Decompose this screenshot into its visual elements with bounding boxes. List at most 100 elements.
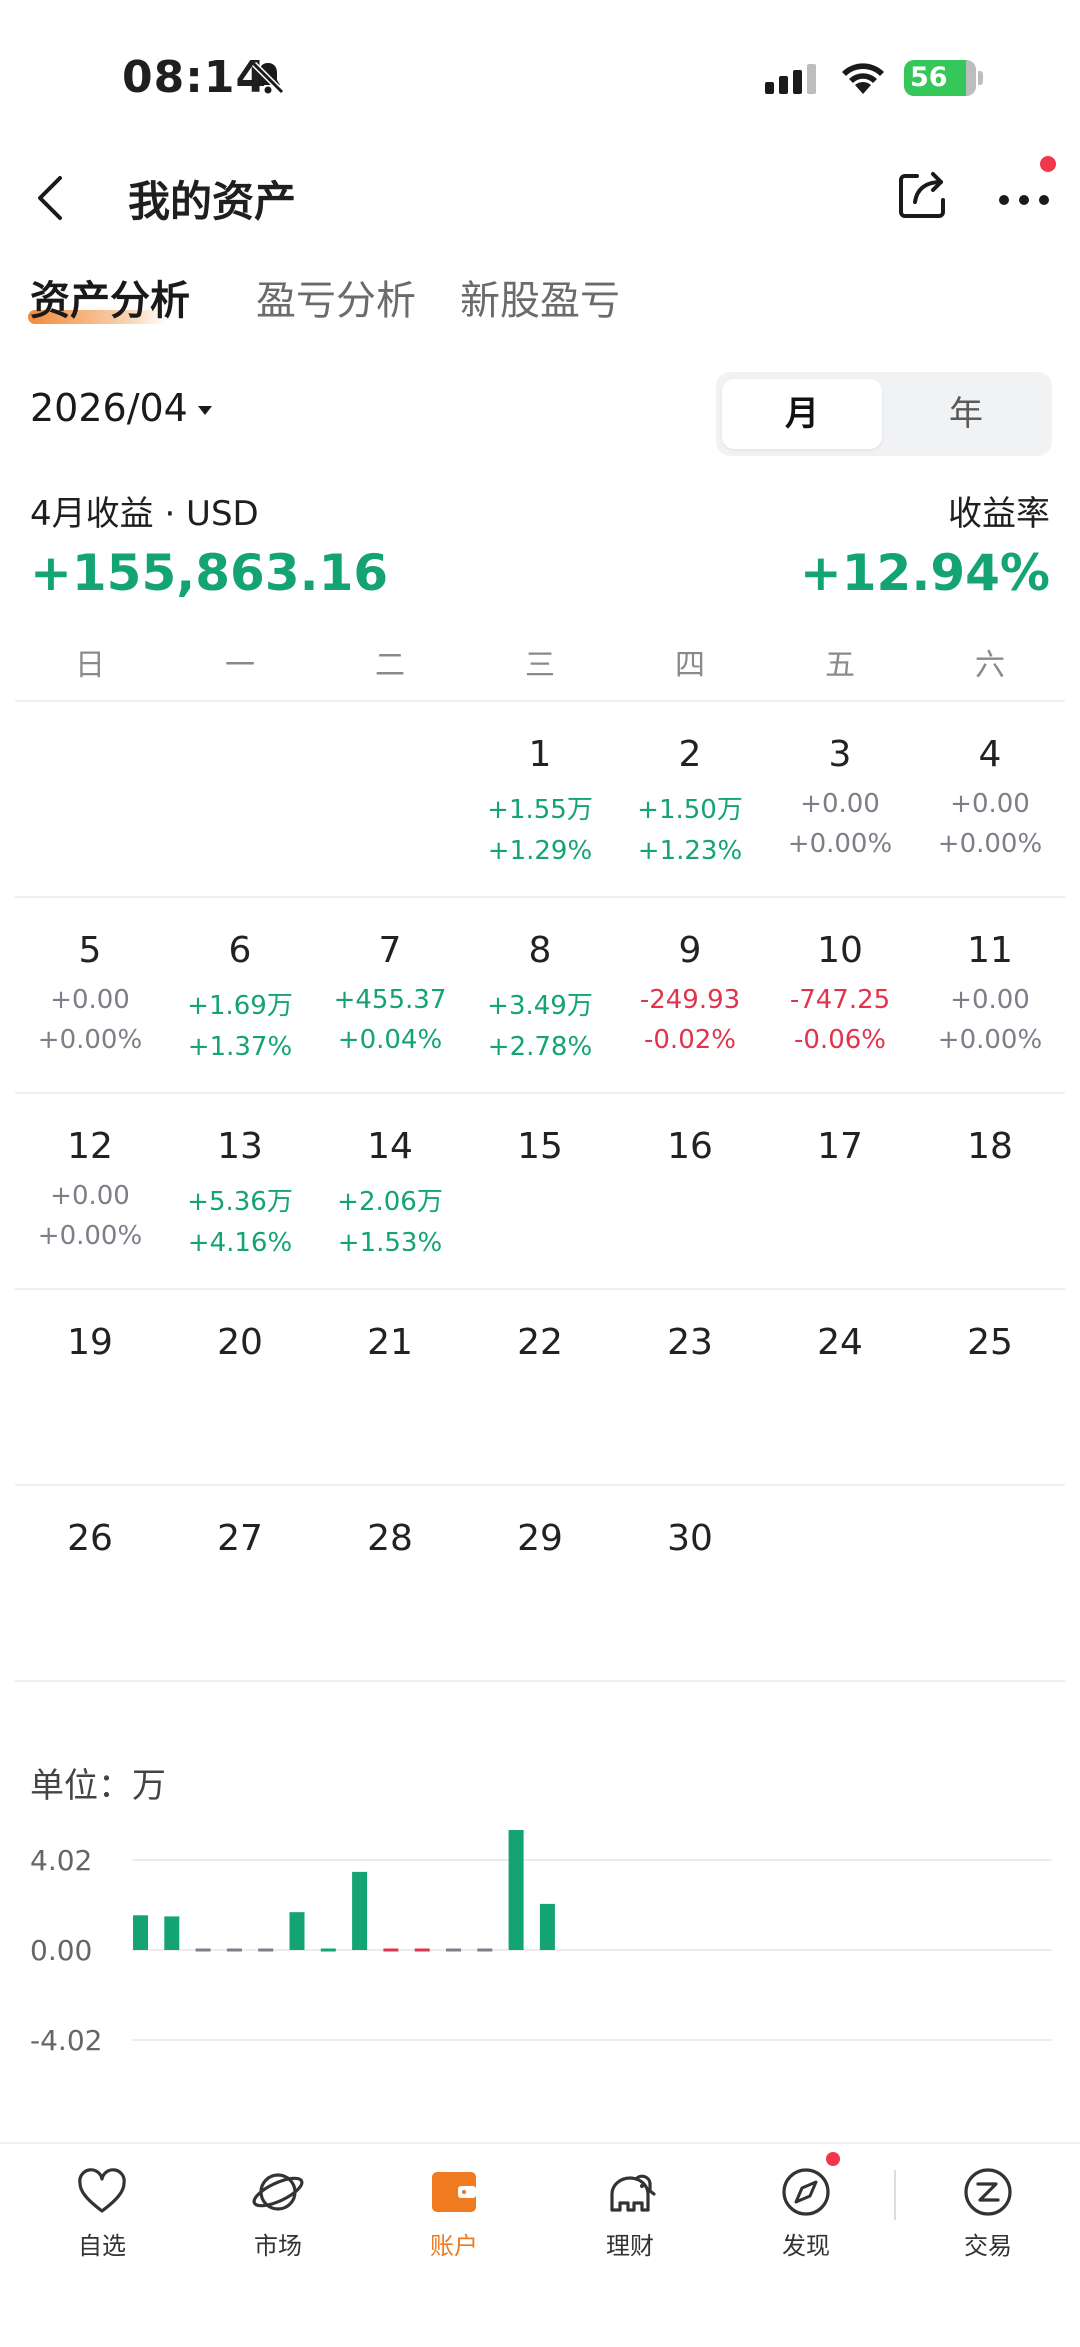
calendar-day-cell[interactable]: 24 <box>765 1288 915 1484</box>
nav-account[interactable]: 账户 <box>374 2164 534 2274</box>
toggle-year[interactable]: 年 <box>886 379 1046 449</box>
day-pnl-percent: +4.16% <box>187 1228 293 1258</box>
day-pnl-amount: +0.00 <box>950 789 1030 819</box>
calendar-day-cell[interactable]: 10 -747.25 -0.06% <box>765 896 915 1092</box>
calendar-day-cell[interactable]: 19 <box>15 1288 165 1484</box>
calendar-day-cell[interactable]: 4 +0.00 +0.00% <box>915 700 1065 896</box>
page-title: 我的资产 <box>128 177 297 226</box>
day-number: 9 <box>678 930 702 971</box>
day-pnl-amount: +1.50万 <box>637 795 743 825</box>
day-number: 18 <box>967 1126 1013 1167</box>
calendar-day-cell[interactable]: 23 <box>615 1288 765 1484</box>
day-pnl-amount: +0.00 <box>50 1181 130 1211</box>
tab-ipo-pnl[interactable]: 新股盈亏 <box>460 268 620 326</box>
calendar-day-cell[interactable]: 20 <box>165 1288 315 1484</box>
day-pnl-amount: +1.55万 <box>487 795 593 825</box>
calendar-day-cell[interactable]: 17 <box>765 1092 915 1288</box>
calendar-day-cell[interactable]: 18 <box>915 1092 1065 1288</box>
calendar-day-cell[interactable]: 12 +0.00 +0.00% <box>15 1092 165 1288</box>
day-pnl-percent: +2.78% <box>487 1032 593 1062</box>
nav-label: 交易 <box>964 2232 1012 2260</box>
chart-bar-day-2 <box>164 1916 180 1950</box>
calendar-day-cell[interactable]: 1 +1.55万 +1.29% <box>465 700 615 896</box>
day-number: 5 <box>78 930 102 971</box>
toggle-month[interactable]: 月 <box>722 379 882 449</box>
calendar-day-cell[interactable]: 7 +455.37 +0.04% <box>315 896 465 1092</box>
calendar-day-cell[interactable]: 25 <box>915 1288 1065 1484</box>
bottom-nav: 自选 市场 账户 理财 发现 交易 <box>0 2142 1080 2347</box>
tab-asset-analysis[interactable]: 资产分析 <box>30 268 190 326</box>
share-icon[interactable] <box>895 166 951 222</box>
day-pnl-amount: +2.06万 <box>337 1187 443 1217</box>
y-tick-label: -4.02 <box>30 2024 102 2057</box>
chart-bar-day-6 <box>289 1912 305 1950</box>
calendar-day-cell[interactable]: 13 +5.36万 +4.16% <box>165 1092 315 1288</box>
calendar-day-cell[interactable]: 29 <box>465 1484 615 1680</box>
month-selector[interactable]: 2026/04 <box>30 386 212 430</box>
day-number: 10 <box>817 930 863 971</box>
app-header: 我的资产 <box>0 150 1080 260</box>
chart-bar-day-7 <box>320 1948 336 1952</box>
day-number: 16 <box>667 1126 713 1167</box>
discover-notification-dot <box>826 2152 840 2166</box>
day-pnl-percent: +0.00% <box>937 829 1043 859</box>
day-number: 1 <box>528 734 552 775</box>
day-pnl-percent: +1.53% <box>337 1228 443 1258</box>
day-number: 8 <box>528 930 552 971</box>
day-number: 22 <box>517 1322 563 1363</box>
tab-pnl-analysis[interactable]: 盈亏分析 <box>256 268 416 326</box>
planet-icon <box>252 2173 304 2211</box>
chart-bar-day-14 <box>539 1903 555 1950</box>
nav-label: 理财 <box>606 2232 654 2260</box>
calendar-day-cell[interactable]: 2 +1.50万 +1.23% <box>615 700 765 896</box>
calendar-day-cell[interactable]: 26 <box>15 1484 165 1680</box>
day-number: 28 <box>367 1518 413 1559</box>
back-arrow-icon[interactable] <box>26 170 76 226</box>
calendar-day-cell[interactable]: 14 +2.06万 +1.53% <box>315 1092 465 1288</box>
month-value: 2026/04 <box>30 386 188 430</box>
day-pnl-percent: +1.37% <box>187 1032 293 1062</box>
calendar-day-cell[interactable]: 30 <box>615 1484 765 1680</box>
nav-wealth[interactable]: 理财 <box>550 2164 710 2274</box>
nav-discover[interactable]: 发现 <box>726 2164 886 2274</box>
day-number: 6 <box>228 930 252 971</box>
nav-trade[interactable]: 交易 <box>908 2164 1068 2274</box>
day-pnl-percent: +0.00% <box>937 1025 1043 1055</box>
calendar-day-cell[interactable]: 27 <box>165 1484 315 1680</box>
day-number: 19 <box>67 1322 113 1363</box>
day-number: 29 <box>517 1518 563 1559</box>
calendar-day-cell[interactable]: 15 <box>465 1092 615 1288</box>
day-number: 11 <box>967 930 1013 971</box>
chart-unit-label: 单位：万 <box>30 1766 166 1806</box>
battery-icon: 56 <box>904 58 984 98</box>
calendar-day-cell[interactable]: 28 <box>315 1484 465 1680</box>
status-time: 08:14 <box>122 52 268 103</box>
weekday-label: 六 <box>975 648 1005 683</box>
nav-market[interactable]: 市场 <box>198 2164 358 2274</box>
calendar-day-cell[interactable]: 6 +1.69万 +1.37% <box>165 896 315 1092</box>
calendar-day-cell[interactable]: 21 <box>315 1288 465 1484</box>
day-number: 27 <box>217 1518 263 1559</box>
chart-bar-day-12 <box>477 1948 493 1952</box>
return-rate-value: +12.94% <box>799 544 1050 602</box>
day-number: 26 <box>67 1518 113 1559</box>
chart-bar-day-11 <box>446 1948 461 1952</box>
day-number: 21 <box>367 1322 413 1363</box>
calendar-day-cell[interactable]: 11 +0.00 +0.00% <box>915 896 1065 1092</box>
day-number: 20 <box>217 1322 263 1363</box>
day-pnl-amount: +5.36万 <box>187 1187 293 1217</box>
calendar-day-cell[interactable]: 22 <box>465 1288 615 1484</box>
calendar-day-cell[interactable]: 5 +0.00 +0.00% <box>15 896 165 1092</box>
calendar-day-cell[interactable]: 3 +0.00 +0.00% <box>765 700 915 896</box>
day-number: 25 <box>967 1322 1013 1363</box>
nav-divider <box>894 2170 896 2220</box>
nav-watchlist[interactable]: 自选 <box>22 2164 182 2274</box>
nav-label: 账户 <box>430 2232 478 2260</box>
weekday-label: 三 <box>525 648 555 683</box>
more-icon[interactable] <box>992 170 1056 226</box>
calendar-day-cell[interactable]: 8 +3.49万 +2.78% <box>465 896 615 1092</box>
day-number: 4 <box>978 734 1002 775</box>
day-number: 30 <box>667 1518 713 1559</box>
calendar-day-cell[interactable]: 9 -249.93 -0.02% <box>615 896 765 1092</box>
calendar-day-cell[interactable]: 16 <box>615 1092 765 1288</box>
